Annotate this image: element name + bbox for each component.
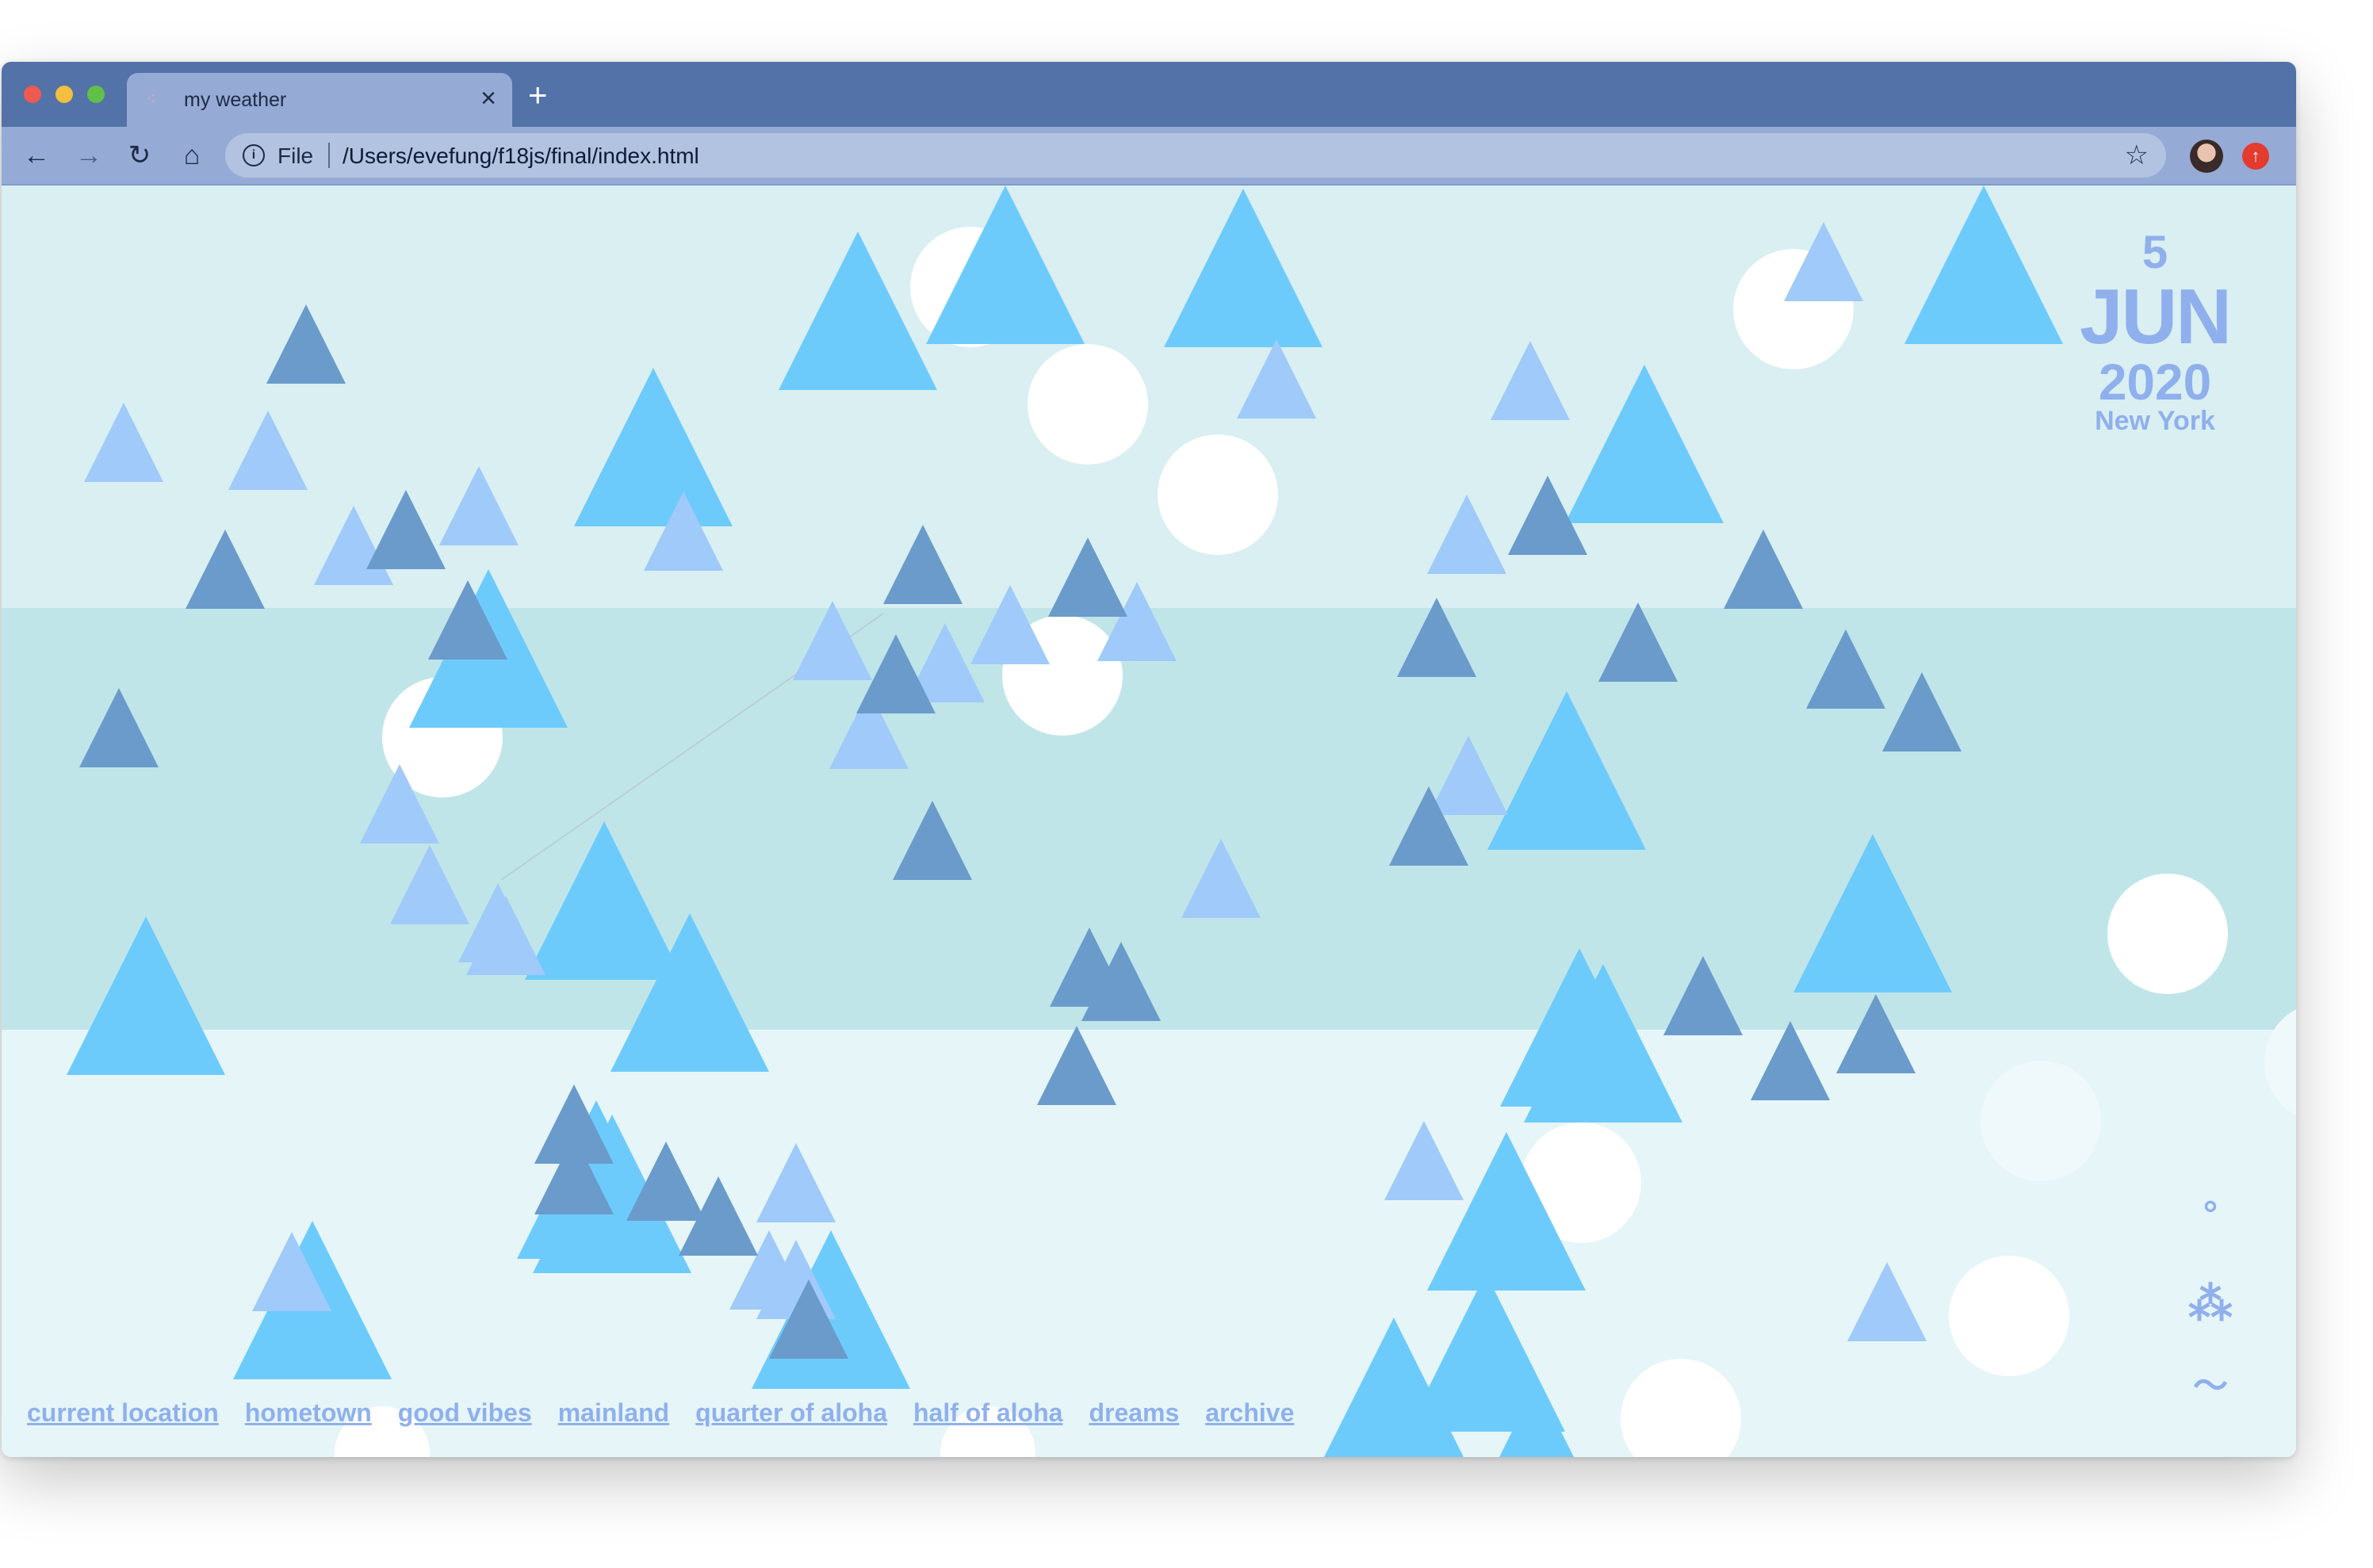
rain-triangle-small [756, 1143, 836, 1222]
nav-link-half-of-aloha[interactable]: half of aloha [913, 1398, 1062, 1428]
rain-triangle-small [1598, 602, 1678, 682]
cloud-circle [1981, 1061, 2101, 1181]
rain-triangle-small [1384, 1121, 1464, 1200]
info-icon[interactable]: i [243, 144, 265, 166]
cloud-circle [1621, 1359, 1741, 1457]
cloud-circle [2264, 1009, 2296, 1115]
reload-icon[interactable]: ↻ [122, 138, 157, 173]
address-bar[interactable]: i File /Users/evefung/f18js/final/index.… [225, 133, 2166, 178]
date-year: 2020 [2098, 354, 2212, 411]
nav-link-quarter-of-aloha[interactable]: quarter of aloha [695, 1398, 887, 1428]
rain-triangle-large [1904, 185, 2063, 344]
minimize-window-button[interactable] [55, 86, 73, 103]
rain-triangle-small [266, 304, 346, 384]
location-nav: current location hometown good vibes mai… [27, 1398, 1294, 1428]
browser-window: ⁖ my weather × + ← → ↻ ⌂ i File /Users/e… [2, 62, 2296, 1457]
rain-triangle-large [1565, 365, 1724, 523]
rain-triangle-small [439, 466, 519, 545]
rain-triangle-small [1427, 495, 1506, 574]
nav-link-good-vibes[interactable]: good vibes [398, 1398, 532, 1428]
weather-art-canvas [67, 185, 2296, 1457]
wind-wave-icon[interactable]: 〜 [2182, 1357, 2239, 1408]
maximize-window-button[interactable] [87, 86, 105, 103]
rain-triangle-small [1237, 339, 1316, 419]
rain-triangle-small [793, 601, 872, 680]
rain-triangle-small [79, 688, 159, 767]
rain-triangle-small [1491, 341, 1570, 420]
cloud-circle [1949, 1256, 2069, 1376]
rain-triangle-small [84, 403, 163, 482]
address-separator [328, 143, 330, 168]
rain-triangle-small [1751, 1021, 1830, 1100]
city-name: New York [2095, 406, 2215, 436]
rain-triangle-small [1037, 1026, 1116, 1105]
nav-link-current-location[interactable]: current location [27, 1398, 219, 1428]
browser-toolbar: ← → ↻ ⌂ i File /Users/evefung/f18js/fina… [2, 127, 2296, 184]
home-icon[interactable]: ⌂ [174, 138, 209, 173]
tab-title: my weather [184, 89, 287, 111]
address-url[interactable]: /Users/evefung/f18js/final/index.html [343, 143, 699, 169]
rain-triangle-small [1806, 629, 1885, 709]
rain-triangle-large [1793, 834, 1952, 992]
tab-close-icon[interactable]: × [480, 82, 496, 114]
bookmark-star-icon[interactable]: ☆ [2125, 141, 2149, 170]
rain-triangle-large [779, 231, 937, 390]
rain-triangle-small [186, 530, 265, 609]
rain-triangle-small [228, 411, 308, 490]
snowflake-icon[interactable]: ⁂ [2184, 1278, 2237, 1330]
rain-triangle-large [574, 368, 733, 526]
rain-triangle-large [1164, 189, 1322, 347]
rain-triangle-small [1429, 736, 1508, 815]
rain-triangle-small [893, 801, 972, 880]
address-scheme-label: File [277, 143, 314, 168]
date-month: JUN [2079, 273, 2232, 360]
rain-triangle-small [883, 525, 963, 604]
close-window-button[interactable] [24, 86, 41, 103]
nav-link-hometown[interactable]: hometown [245, 1398, 372, 1428]
rain-triangle-small [390, 845, 469, 924]
nav-link-mainland[interactable]: mainland [558, 1398, 669, 1428]
profile-avatar[interactable] [2190, 140, 2223, 173]
back-arrow-icon[interactable]: ← [19, 138, 54, 173]
rain-triangle-small [1397, 598, 1476, 677]
forward-arrow-icon[interactable]: → [71, 138, 106, 173]
date-day: 5 [2141, 227, 2168, 278]
rain-triangle-small [1048, 537, 1127, 617]
update-icon[interactable]: ↑ [2242, 143, 2269, 170]
rain-triangle-small [1882, 672, 1962, 751]
rain-triangle-large [525, 821, 683, 980]
rain-triangle-small [1181, 839, 1261, 918]
rain-triangle-small [1724, 530, 1803, 609]
weather-page: 5 JUN 2020 New York ° ⁂ 〜 current locati… [2, 185, 2296, 1457]
rain-triangle-large [1487, 691, 1646, 850]
nav-link-dreams[interactable]: dreams [1089, 1398, 1179, 1428]
rain-triangle-small [1663, 956, 1743, 1035]
browser-tab[interactable]: ⁖ my weather × [127, 73, 512, 127]
new-tab-button[interactable]: + [528, 78, 548, 112]
temperature-degree-icon[interactable]: ° [2187, 1192, 2234, 1235]
rain-triangle-small [1847, 1262, 1927, 1341]
rain-triangle-small [1836, 994, 1916, 1073]
cloud-circle [2107, 874, 2228, 994]
nav-link-archive[interactable]: archive [1205, 1398, 1294, 1428]
rain-triangle-small [366, 490, 446, 569]
browser-titlebar: ⁖ my weather × + [2, 62, 2296, 127]
cloud-circle [1028, 344, 1148, 465]
date-display: 5 JUN 2020 New York [2068, 227, 2242, 436]
rain-triangle-large [67, 916, 225, 1075]
favicon-icon: ⁖ [146, 89, 156, 109]
cloud-circle [1158, 434, 1278, 555]
